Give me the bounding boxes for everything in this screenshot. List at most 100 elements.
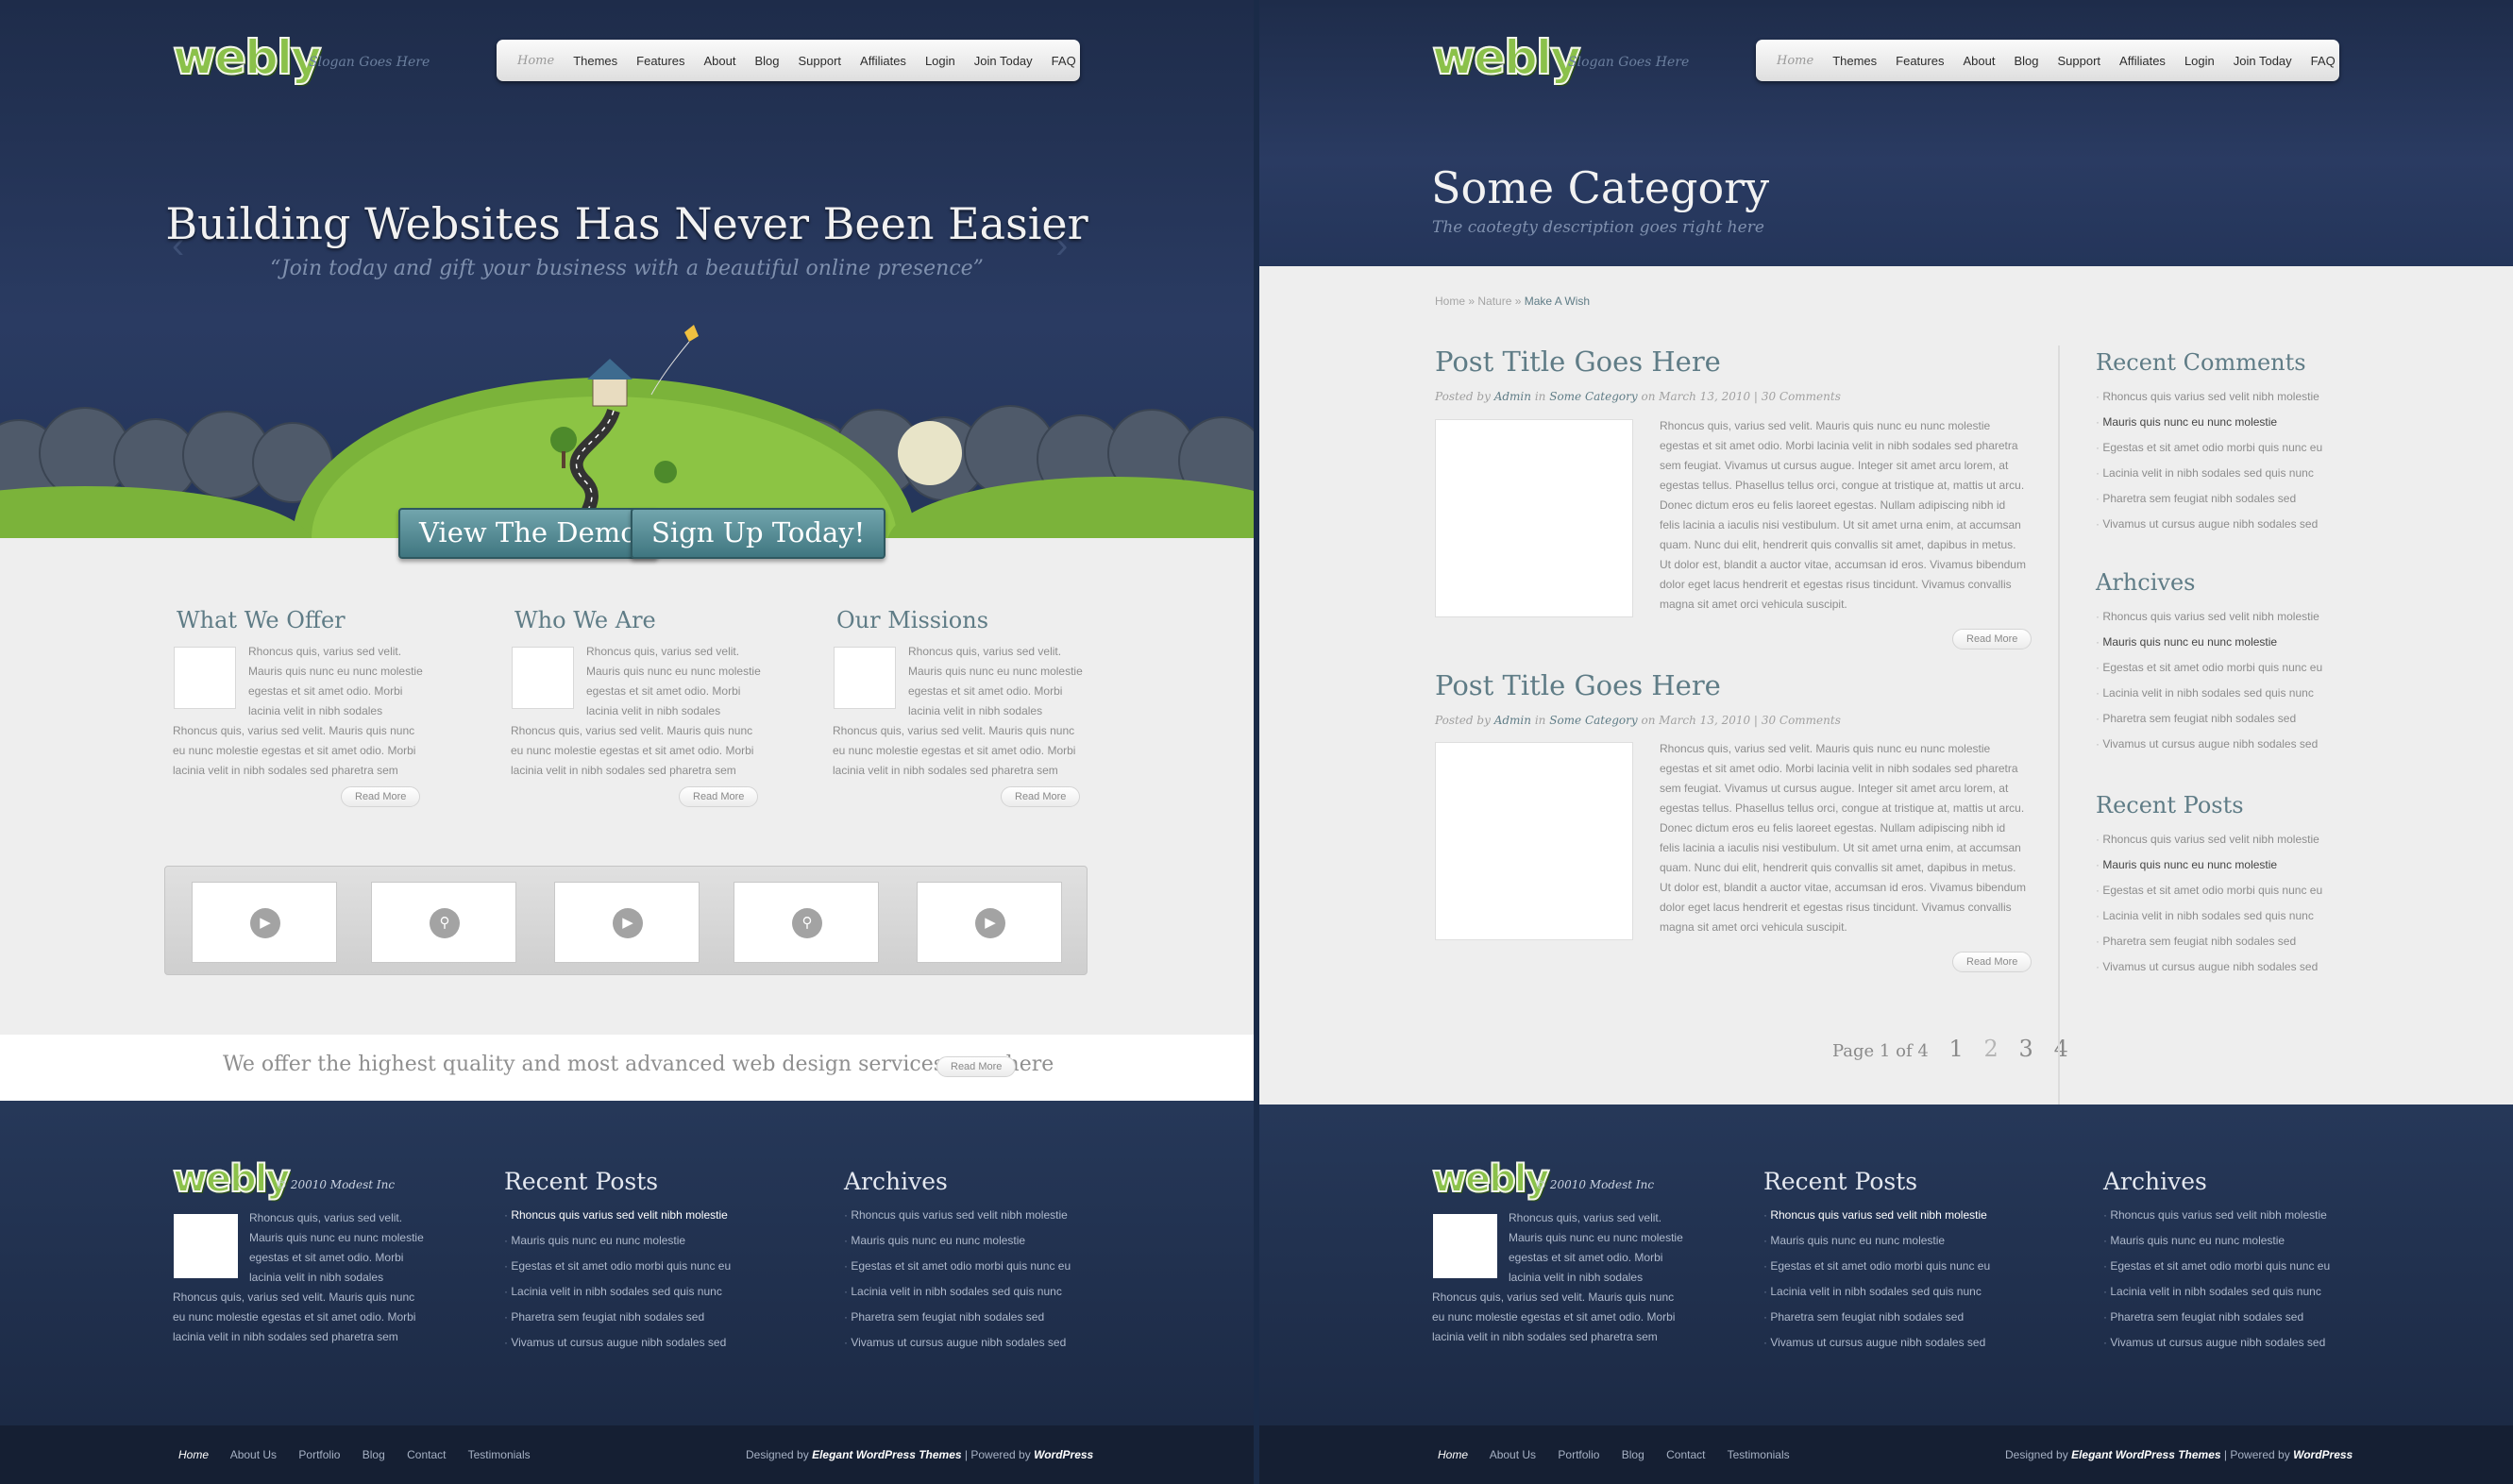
credit-wordpress-link[interactable]: WordPress [1034, 1448, 1093, 1461]
bottom-nav-blog[interactable]: Blog [1622, 1448, 1644, 1461]
post-comments-link[interactable]: 30 Comments [1762, 714, 1841, 727]
list-item[interactable]: Pharetra sem feugiat nibh sodales sed [504, 1310, 731, 1336]
nav-blog[interactable]: Blog [2014, 54, 2038, 68]
list-item[interactable]: Rhoncus quis varius sed velit nibh moles… [2096, 390, 2322, 415]
bottom-nav-home[interactable]: Home [1438, 1448, 1468, 1461]
gallery-item[interactable]: ⚲ [371, 882, 516, 963]
breadcrumb-nature[interactable]: Nature [1477, 295, 1511, 308]
list-item[interactable]: Egestas et sit amet odio morbi quis nunc… [2103, 1259, 2330, 1285]
list-item[interactable]: Lacinia velit in nibh sodales sed quis n… [1763, 1285, 1990, 1310]
nav-features[interactable]: Features [636, 54, 684, 68]
credit-theme-link[interactable]: Elegant WordPress Themes [812, 1448, 962, 1461]
list-item[interactable]: Mauris quis nunc eu nunc molestie [504, 1234, 731, 1259]
bottom-nav-contact[interactable]: Contact [407, 1448, 446, 1461]
page-link-4[interactable]: 4 [2054, 1036, 2068, 1062]
list-item[interactable]: Pharetra sem feugiat nibh sodales sed [2096, 492, 2322, 517]
list-item[interactable]: Pharetra sem feugiat nibh sodales sed [844, 1310, 1071, 1336]
list-item[interactable]: Egestas et sit amet odio morbi quis nunc… [504, 1259, 731, 1285]
nav-join-today[interactable]: Join Today [2234, 54, 2292, 68]
page-link-3[interactable]: 3 [2019, 1036, 2033, 1062]
post-thumbnail[interactable] [1435, 419, 1633, 617]
page-link-2[interactable]: 2 [1984, 1036, 1999, 1062]
gallery-item[interactable]: ⚲ [734, 882, 879, 963]
bottom-nav-testimonials[interactable]: Testimonials [468, 1448, 531, 1461]
gallery-item[interactable]: ▶ [917, 882, 1062, 963]
list-item[interactable]: Rhoncus quis varius sed velit nibh moles… [1763, 1208, 1990, 1234]
site-logo[interactable]: webly [1431, 29, 1582, 86]
zoom-icon[interactable]: ⚲ [792, 908, 822, 938]
read-more-button[interactable]: Read More [1001, 786, 1081, 807]
list-item[interactable]: Egestas et sit amet odio morbi quis nunc… [2096, 884, 2322, 909]
post-title[interactable]: Post Title Goes Here [1435, 669, 1721, 701]
list-item[interactable]: Rhoncus quis varius sed velit nibh moles… [504, 1208, 731, 1234]
list-item[interactable]: Mauris quis nunc eu nunc molestie [1763, 1234, 1990, 1259]
list-item[interactable]: Egestas et sit amet odio morbi quis nunc… [844, 1259, 1071, 1285]
list-item[interactable]: Vivamus ut cursus augue nibh sodales sed [1763, 1336, 1990, 1361]
read-more-button[interactable]: Read More [1952, 952, 2032, 972]
nav-affiliates[interactable]: Affiliates [860, 54, 906, 68]
post-author-link[interactable]: Admin [1494, 714, 1531, 727]
list-item[interactable]: Rhoncus quis varius sed velit nibh moles… [2096, 833, 2322, 858]
read-more-button[interactable]: Read More [679, 786, 759, 807]
list-item[interactable]: Lacinia velit in nibh sodales sed quis n… [2096, 466, 2322, 492]
list-item[interactable]: Rhoncus quis varius sed velit nibh moles… [844, 1208, 1071, 1234]
zoom-icon[interactable]: ⚲ [430, 908, 460, 938]
list-item[interactable]: Rhoncus quis varius sed velit nibh moles… [2103, 1208, 2330, 1234]
list-item[interactable]: Mauris quis nunc eu nunc molestie [2103, 1234, 2330, 1259]
nav-login[interactable]: Login [925, 54, 955, 68]
gallery-item[interactable]: ▶ [192, 882, 337, 963]
credit-theme-link[interactable]: Elegant WordPress Themes [2071, 1448, 2221, 1461]
footer-logo[interactable]: webly [172, 1156, 291, 1202]
nav-join-today[interactable]: Join Today [974, 54, 1033, 68]
tagline-read-more-button[interactable]: Read More [936, 1056, 1017, 1077]
list-item[interactable]: Pharetra sem feugiat nibh sodales sed [2103, 1310, 2330, 1336]
gallery-item[interactable]: ▶ [554, 882, 700, 963]
list-item[interactable]: Pharetra sem feugiat nibh sodales sed [1763, 1310, 1990, 1336]
list-item[interactable]: Lacinia velit in nibh sodales sed quis n… [504, 1285, 731, 1310]
bottom-nav-portfolio[interactable]: Portfolio [298, 1448, 340, 1461]
nav-faq[interactable]: FAQ [2311, 54, 2336, 68]
list-item[interactable]: Vivamus ut cursus augue nibh sodales sed [2096, 737, 2322, 763]
list-item[interactable]: Egestas et sit amet odio morbi quis nunc… [1763, 1259, 1990, 1285]
nav-about[interactable]: About [1963, 54, 1995, 68]
nav-themes[interactable]: Themes [573, 54, 617, 68]
bottom-nav-testimonials[interactable]: Testimonials [1728, 1448, 1790, 1461]
list-item[interactable]: Vivamus ut cursus augue nibh sodales sed [2103, 1336, 2330, 1361]
list-item[interactable]: Egestas et sit amet odio morbi quis nunc… [2096, 661, 2322, 686]
list-item[interactable]: Mauris quis nunc eu nunc molestie [2096, 858, 2322, 884]
bottom-nav-about[interactable]: About Us [230, 1448, 277, 1461]
bottom-nav-contact[interactable]: Contact [1666, 1448, 1705, 1461]
site-logo[interactable]: webly [172, 29, 323, 86]
post-author-link[interactable]: Admin [1494, 390, 1531, 403]
list-item[interactable]: Lacinia velit in nibh sodales sed quis n… [844, 1285, 1071, 1310]
nav-faq[interactable]: FAQ [1052, 54, 1076, 68]
nav-themes[interactable]: Themes [1832, 54, 1877, 68]
post-title[interactable]: Post Title Goes Here [1435, 346, 1721, 378]
view-demo-button[interactable]: View The Demo [398, 508, 658, 559]
nav-affiliates[interactable]: Affiliates [2119, 54, 2166, 68]
post-category-link[interactable]: Some Category [1549, 390, 1637, 403]
nav-features[interactable]: Features [1896, 54, 1944, 68]
nav-support[interactable]: Support [2057, 54, 2100, 68]
list-item[interactable]: Lacinia velit in nibh sodales sed quis n… [2096, 909, 2322, 935]
bottom-nav-about[interactable]: About Us [1490, 1448, 1536, 1461]
play-icon[interactable]: ▶ [975, 908, 1005, 938]
read-more-button[interactable]: Read More [1952, 629, 2032, 649]
read-more-button[interactable]: Read More [341, 786, 421, 807]
list-item[interactable]: Lacinia velit in nibh sodales sed quis n… [2103, 1285, 2330, 1310]
list-item[interactable]: Mauris quis nunc eu nunc molestie [2096, 415, 2322, 441]
nav-home[interactable]: Home [517, 54, 554, 68]
nav-home[interactable]: Home [1777, 54, 1813, 68]
bottom-nav-portfolio[interactable]: Portfolio [1558, 1448, 1599, 1461]
bottom-nav-home[interactable]: Home [178, 1448, 209, 1461]
list-item[interactable]: Vivamus ut cursus augue nibh sodales sed [504, 1336, 731, 1361]
post-thumbnail[interactable] [1435, 742, 1633, 940]
list-item[interactable]: Pharetra sem feugiat nibh sodales sed [2096, 712, 2322, 737]
bottom-nav-blog[interactable]: Blog [363, 1448, 385, 1461]
nav-blog[interactable]: Blog [754, 54, 779, 68]
list-item[interactable]: Lacinia velit in nibh sodales sed quis n… [2096, 686, 2322, 712]
list-item[interactable]: Vivamus ut cursus augue nibh sodales sed [2096, 960, 2322, 986]
list-item[interactable]: Rhoncus quis varius sed velit nibh moles… [2096, 610, 2322, 635]
list-item[interactable]: Pharetra sem feugiat nibh sodales sed [2096, 935, 2322, 960]
list-item[interactable]: Vivamus ut cursus augue nibh sodales sed [844, 1336, 1071, 1361]
